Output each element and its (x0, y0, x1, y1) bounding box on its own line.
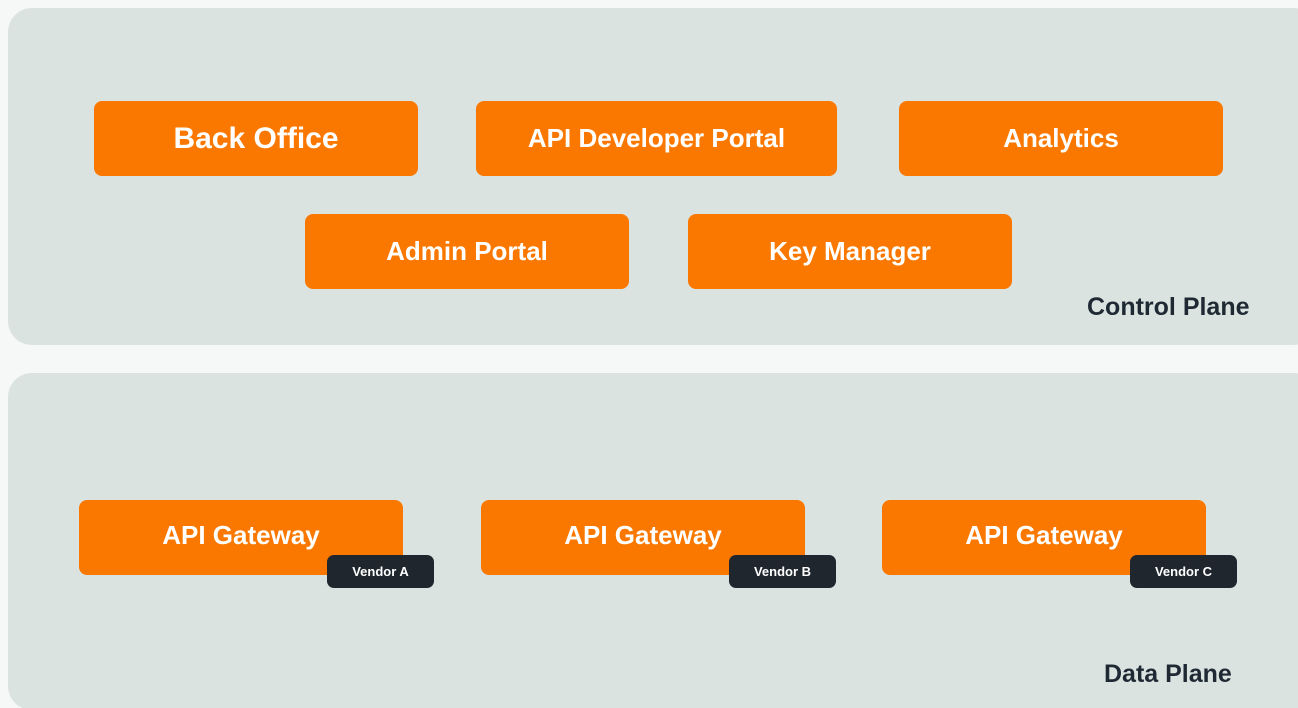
vendor-badge: Vendor A (327, 555, 434, 588)
key-manager-box: Key Manager (688, 214, 1012, 289)
back-office-box: Back Office (94, 101, 418, 176)
api-developer-portal-label: API Developer Portal (527, 123, 786, 153)
api-developer-portal-box: API Developer Portal (476, 101, 837, 176)
admin-portal-box: Admin Portal (305, 214, 629, 289)
back-office-label: Back Office (173, 121, 339, 155)
api-gateway-label: API Gateway (564, 520, 722, 550)
api-gateway-label: API Gateway (162, 520, 320, 550)
vendor-badge: Vendor C (1130, 555, 1237, 588)
key-manager-label: Key Manager (769, 236, 931, 266)
architecture-diagram: Back Office API Developer Portal Analyti… (0, 0, 1298, 708)
vendor-badge: Vendor B (729, 555, 836, 588)
control-plane-label: Control Plane (1087, 293, 1250, 321)
analytics-label: Analytics (1003, 123, 1119, 153)
analytics-box: Analytics (899, 101, 1223, 176)
data-plane-label: Data Plane (1104, 660, 1232, 688)
admin-portal-label: Admin Portal (386, 236, 548, 266)
api-gateway-label: API Gateway (965, 520, 1123, 550)
